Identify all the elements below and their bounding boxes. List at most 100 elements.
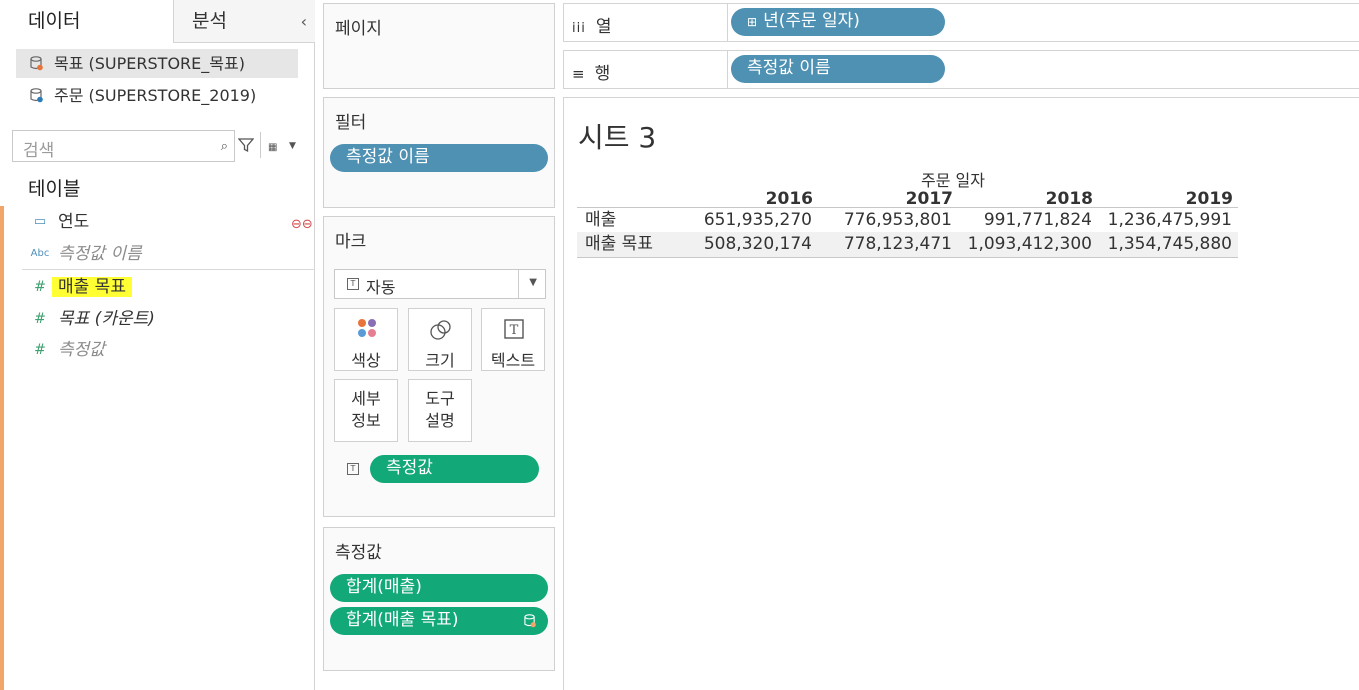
table-row[interactable]: 매출 651,935,270 776,953,801 991,771,824 1… xyxy=(577,208,1238,233)
field-measure-names[interactable]: Abc 측정값 이름 xyxy=(22,239,315,269)
detail-label-line2: 정보 xyxy=(351,411,381,430)
text-icon: T xyxy=(504,319,524,339)
columns-pill-label: 년(주문 일자) xyxy=(763,11,860,31)
dropdown-divider xyxy=(518,270,519,298)
rows-shelf[interactable]: ≡ 행 측정값 이름 xyxy=(563,50,1359,89)
cell-value: 1,236,475,991 xyxy=(1107,210,1232,230)
cell-value: 991,771,824 xyxy=(983,210,1092,230)
chevron-down-icon: ▼ xyxy=(529,277,537,288)
year-header[interactable]: 2016 xyxy=(693,189,813,209)
search-icon: ⌕ xyxy=(220,139,228,154)
filters-card[interactable]: 필터 측정값 이름 xyxy=(323,97,555,208)
year-header[interactable]: 2018 xyxy=(973,189,1093,209)
field-label: 연도 xyxy=(58,212,90,232)
sheet-title[interactable]: 시트 3 xyxy=(578,116,656,156)
field-goal-count[interactable]: # 목표 (카운트) xyxy=(22,304,315,334)
field-sales-target[interactable]: # 매출 목표 xyxy=(22,272,315,302)
measure-values-card: 측정값 합계(매출) 합계(매출 목표) xyxy=(323,527,555,671)
cell-value: 1,354,745,880 xyxy=(1107,234,1232,254)
detail-label-line1: 세부 xyxy=(351,389,381,408)
cell-value: 508,320,174 xyxy=(703,234,812,254)
search-placeholder: 검색 xyxy=(23,141,55,161)
collapse-pane-icon[interactable]: ‹ xyxy=(301,0,307,43)
color-icon xyxy=(358,319,376,337)
tab-data[interactable]: 데이터 xyxy=(0,0,174,43)
cell-value: 651,935,270 xyxy=(703,210,812,230)
columns-pill-order-year[interactable]: ⊞ 년(주문 일자) xyxy=(731,8,945,36)
tables-header: 테이블 xyxy=(28,178,81,200)
sheet-view: 시트 3 주문 일자 2016 2017 2018 2019 매출 651,93… xyxy=(563,97,1359,690)
shelf-divider xyxy=(727,51,728,88)
columns-shelf-label: iii 열 xyxy=(572,12,727,37)
expand-icon[interactable]: ⊞ xyxy=(747,15,757,29)
row-label: 매출 목표 xyxy=(585,234,653,254)
mark-type-dropdown[interactable]: T 자동 ▼ xyxy=(334,269,546,299)
text-label: 텍스트 xyxy=(490,351,536,370)
database-icon xyxy=(30,88,43,103)
field-year[interactable]: ▭ 연도 xyxy=(22,207,315,237)
marks-pill-measure-values[interactable]: 측정값 xyxy=(370,455,539,483)
tab-analysis[interactable]: 분석 ‹ xyxy=(174,0,315,43)
rows-label-text: 행 xyxy=(594,64,611,84)
columns-label-text: 열 xyxy=(595,17,612,37)
size-button[interactable]: 크기 xyxy=(408,308,472,371)
link-icon: ⊖⊖ xyxy=(291,217,313,232)
tooltip-button[interactable]: 도구 설명 xyxy=(408,379,472,442)
table-rule xyxy=(577,257,1238,258)
field-measure-values[interactable]: # 측정값 xyxy=(22,335,315,365)
data-pane: 데이터 분석 ‹ 목표 (SUPERSTORE_목표) 주문 (SUPERSTO… xyxy=(0,0,315,690)
rows-pill-measure-names[interactable]: 측정값 이름 xyxy=(731,55,945,83)
detail-button[interactable]: 세부 정보 xyxy=(334,379,398,442)
pages-title: 페이지 xyxy=(335,19,382,39)
svg-text:T: T xyxy=(510,323,519,338)
view-options-icon[interactable]: ▦ xyxy=(268,142,277,153)
measure-pill-sales-target[interactable]: 합계(매출 목표) xyxy=(330,607,548,635)
datasource-orders[interactable]: 주문 (SUPERSTORE_2019) xyxy=(16,81,298,110)
color-button[interactable]: 색상 xyxy=(334,308,398,371)
year-header[interactable]: 2017 xyxy=(833,189,953,209)
database-icon xyxy=(524,614,536,628)
number-icon: # xyxy=(34,279,46,295)
columns-shelf[interactable]: iii 열 ⊞ 년(주문 일자) xyxy=(563,3,1359,42)
tooltip-label-line1: 도구 xyxy=(425,389,455,408)
color-label: 색상 xyxy=(351,351,381,370)
column-header-order-date[interactable]: 주문 일자 xyxy=(921,167,985,191)
cell-value: 1,093,412,300 xyxy=(967,234,1092,254)
table-row[interactable]: 매출 목표 508,320,174 778,123,471 1,093,412,… xyxy=(577,232,1238,257)
tab-analysis-label: 분석 xyxy=(192,10,227,32)
size-label: 크기 xyxy=(425,351,455,370)
marks-title: 마크 xyxy=(335,232,367,252)
datasource-label: 목표 (SUPERSTORE_목표) xyxy=(54,54,245,73)
cell-value: 778,123,471 xyxy=(843,234,952,254)
database-icon xyxy=(30,56,43,71)
number-icon: # xyxy=(34,311,46,327)
measure-pill-sales[interactable]: 합계(매출) xyxy=(330,574,548,602)
measure-pill-label: 합계(매출 목표) xyxy=(346,610,459,630)
mark-type-value: 자동 xyxy=(366,278,396,297)
row-label: 매출 xyxy=(585,210,617,230)
datasource-goal[interactable]: 목표 (SUPERSTORE_목표) xyxy=(16,49,298,78)
field-divider xyxy=(22,269,315,270)
year-header[interactable]: 2019 xyxy=(1113,189,1233,209)
chevron-down-icon[interactable]: ▼ xyxy=(289,141,296,151)
columns-icon: iii xyxy=(572,21,586,36)
search-field[interactable]: 검색 ⌕ xyxy=(12,130,235,162)
toolbar-divider xyxy=(260,132,261,158)
text-mark-icon: T xyxy=(347,278,359,290)
field-label: 측정값 xyxy=(58,340,105,360)
filter-pill-measure-names[interactable]: 측정값 이름 xyxy=(330,144,548,172)
datasource-label: 주문 (SUPERSTORE_2019) xyxy=(54,86,257,105)
shelf-divider xyxy=(727,4,728,41)
tableau-workspace: 데이터 분석 ‹ 목표 (SUPERSTORE_목표) 주문 (SUPERSTO… xyxy=(0,0,1359,690)
number-icon: # xyxy=(34,342,46,358)
text-button[interactable]: T 텍스트 xyxy=(481,308,545,371)
filter-icon[interactable] xyxy=(238,137,254,153)
calendar-icon: ▭ xyxy=(33,214,47,229)
field-label: 목표 (카운트) xyxy=(58,309,155,329)
text-mark-icon: T xyxy=(347,463,359,475)
pages-card[interactable]: 페이지 xyxy=(323,3,555,89)
measure-values-title: 측정값 xyxy=(335,543,382,563)
rows-shelf-label: ≡ 행 xyxy=(572,59,727,84)
field-label: 측정값 이름 xyxy=(58,244,142,264)
rows-icon: ≡ xyxy=(572,65,585,83)
